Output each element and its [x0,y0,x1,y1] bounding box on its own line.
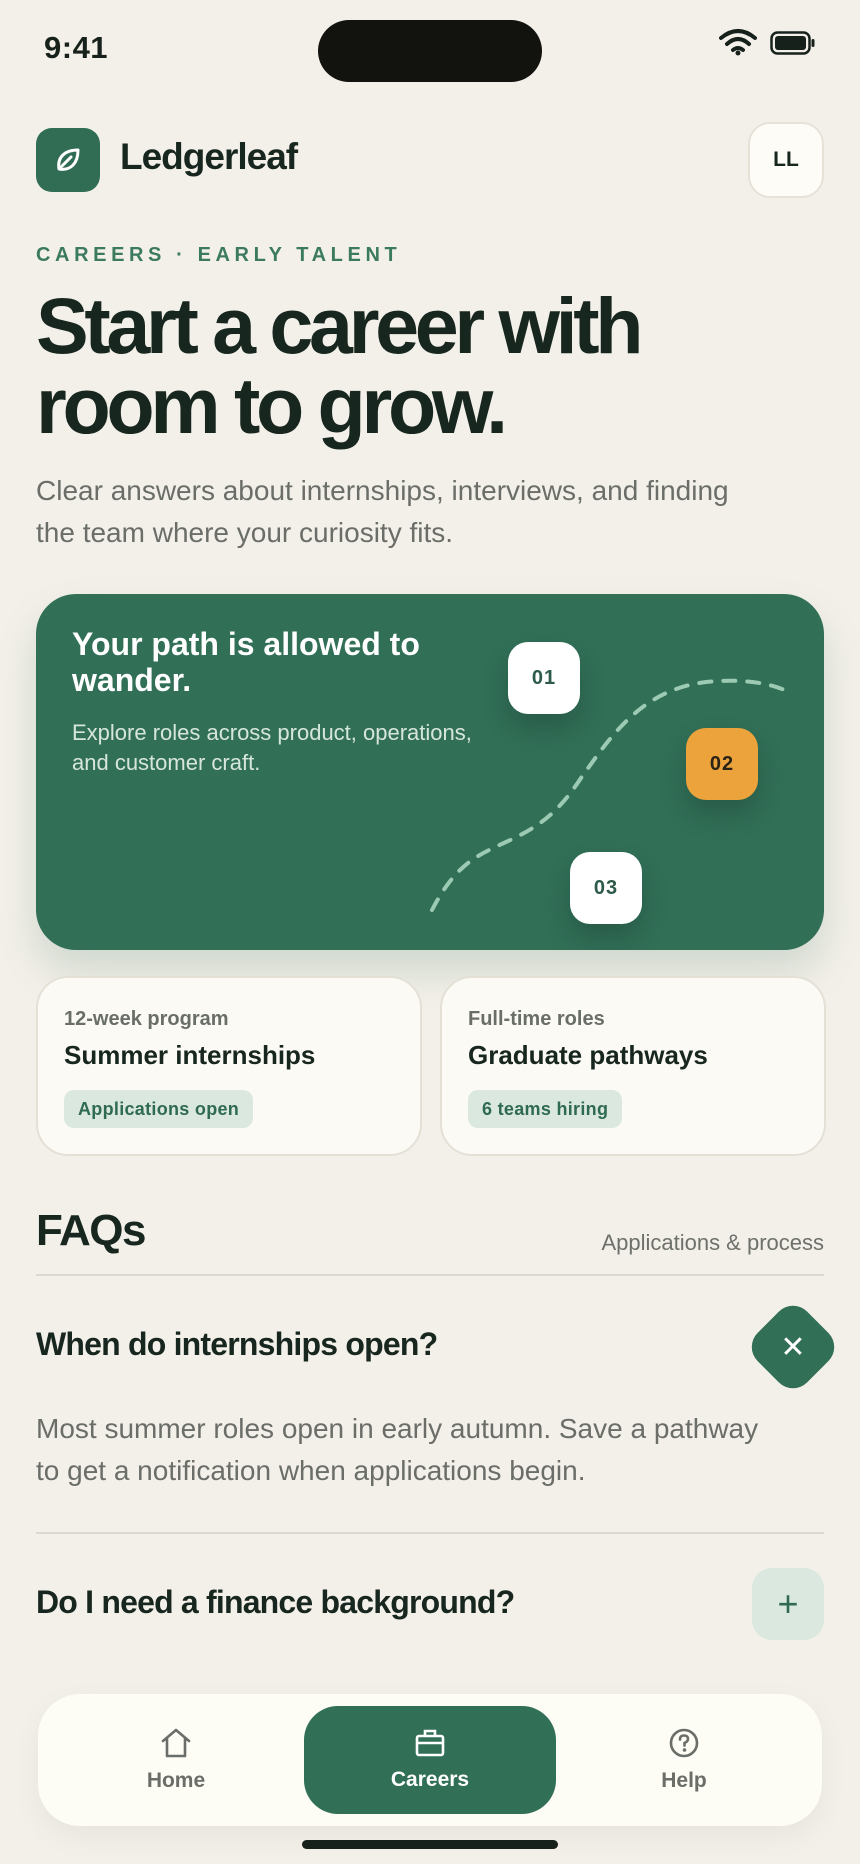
plus-icon: + [777,1583,799,1624]
page-title-line-1: Start a career with [36,281,644,370]
battery-icon [770,31,815,55]
program-kicker: Full-time roles [468,1008,605,1030]
tab-careers[interactable]: Careers [304,1706,556,1814]
help-circle-icon [669,1728,699,1758]
faq-question[interactable]: Do I need a finance background? [36,1584,515,1621]
tab-label: Help [661,1769,707,1792]
program-card-graduate[interactable]: Full-time roles Graduate pathways 6 team… [440,976,826,1156]
tab-home[interactable]: Home [50,1706,302,1814]
step-badge-03: 03 [570,852,642,924]
tab-label: Careers [390,1768,470,1791]
faq-heading: FAQs [36,1206,146,1255]
expand-button[interactable]: + [752,1568,824,1640]
program-kicker: 12-week program [64,1008,229,1030]
program-title: Graduate pathways [468,1040,708,1070]
program-title: Summer internships [64,1040,316,1070]
home-indicator[interactable] [302,1840,558,1849]
divider [36,1532,824,1534]
faq-question[interactable]: When do internships open? [36,1326,438,1363]
leaf-icon [57,148,80,171]
page-title-line-2: room to grow. [36,361,508,450]
brand-logo[interactable] [36,128,100,192]
step-badge-02: 02 [686,728,758,800]
page-subtitle: Clear answers about internships, intervi… [36,475,729,548]
eyebrow-label: CAREERS · EARLY TALENT [36,244,402,266]
tab-label: Home [146,1769,206,1792]
tab-help[interactable]: Help [558,1706,810,1814]
house-icon [161,1728,191,1758]
avatar[interactable]: LL [748,122,824,198]
program-card-internships[interactable]: 12-week program Summer internships Appli… [36,976,422,1156]
status-time: 9:41 [44,30,109,65]
status-badge: Applications open [64,1090,254,1128]
faq-subheading: Applications & process [601,1230,824,1255]
close-icon[interactable]: ✕ [758,1312,828,1382]
wifi-icon [719,29,757,56]
briefcase-icon [415,1729,445,1757]
page-title: Start a career with room to grow. [36,286,796,446]
dynamic-island [318,20,542,82]
brand-name: Ledgerleaf [120,136,298,177]
hero-card[interactable]: Your path is allowed to wander. Explore … [36,594,824,950]
hero-title: Your path is allowed to wander. [72,626,420,698]
faq-answer: Most summer roles open in early autumn. … [36,1413,759,1486]
status-badge: 6 teams hiring [468,1090,623,1128]
divider [36,1274,824,1276]
hero-text: Explore roles across product, operations… [72,720,472,775]
step-badge-01: 01 [508,642,580,714]
